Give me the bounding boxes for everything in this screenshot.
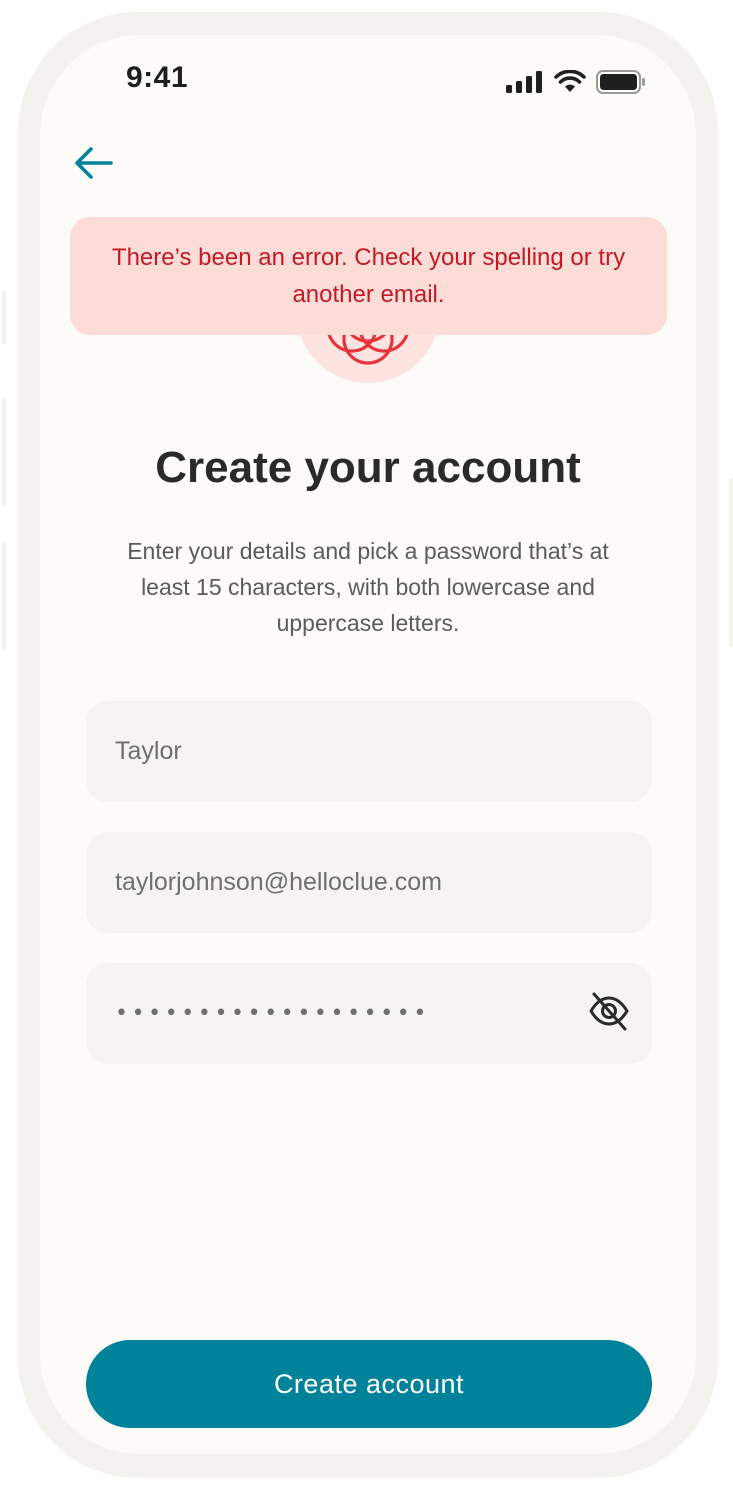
password-input[interactable]: ••••••••••••••••••• bbox=[115, 1001, 430, 1026]
email-field[interactable] bbox=[86, 832, 652, 933]
name-field[interactable] bbox=[86, 701, 652, 802]
eye-slash-icon bbox=[588, 990, 630, 1039]
password-field[interactable]: ••••••••••••••••••• bbox=[86, 963, 652, 1064]
cellular-signal-icon bbox=[506, 70, 544, 98]
side-button-volume-up bbox=[2, 398, 6, 506]
side-button-power bbox=[729, 478, 733, 648]
side-button-volume-down bbox=[2, 542, 6, 650]
page-subtitle: Enter your details and pick a password t… bbox=[127, 538, 609, 636]
side-button-mute bbox=[2, 290, 6, 344]
back-button[interactable] bbox=[70, 141, 118, 189]
error-message: There’s been an error. Check your spelli… bbox=[111, 244, 626, 308]
email-input[interactable] bbox=[115, 868, 555, 897]
wifi-icon bbox=[554, 69, 586, 99]
page-title: Create your account bbox=[155, 443, 581, 492]
battery-icon bbox=[596, 69, 646, 99]
password-visibility-toggle[interactable] bbox=[586, 991, 632, 1037]
error-banner: There’s been an error. Check your spelli… bbox=[70, 217, 667, 335]
app-screen: 9:41 There’s been an error. Check your s… bbox=[40, 35, 696, 1454]
arrow-left-icon bbox=[73, 145, 115, 186]
status-icons bbox=[506, 69, 646, 99]
status-time: 9:41 bbox=[126, 61, 189, 94]
name-input[interactable] bbox=[115, 737, 555, 766]
create-account-button[interactable]: Create account bbox=[86, 1340, 652, 1428]
